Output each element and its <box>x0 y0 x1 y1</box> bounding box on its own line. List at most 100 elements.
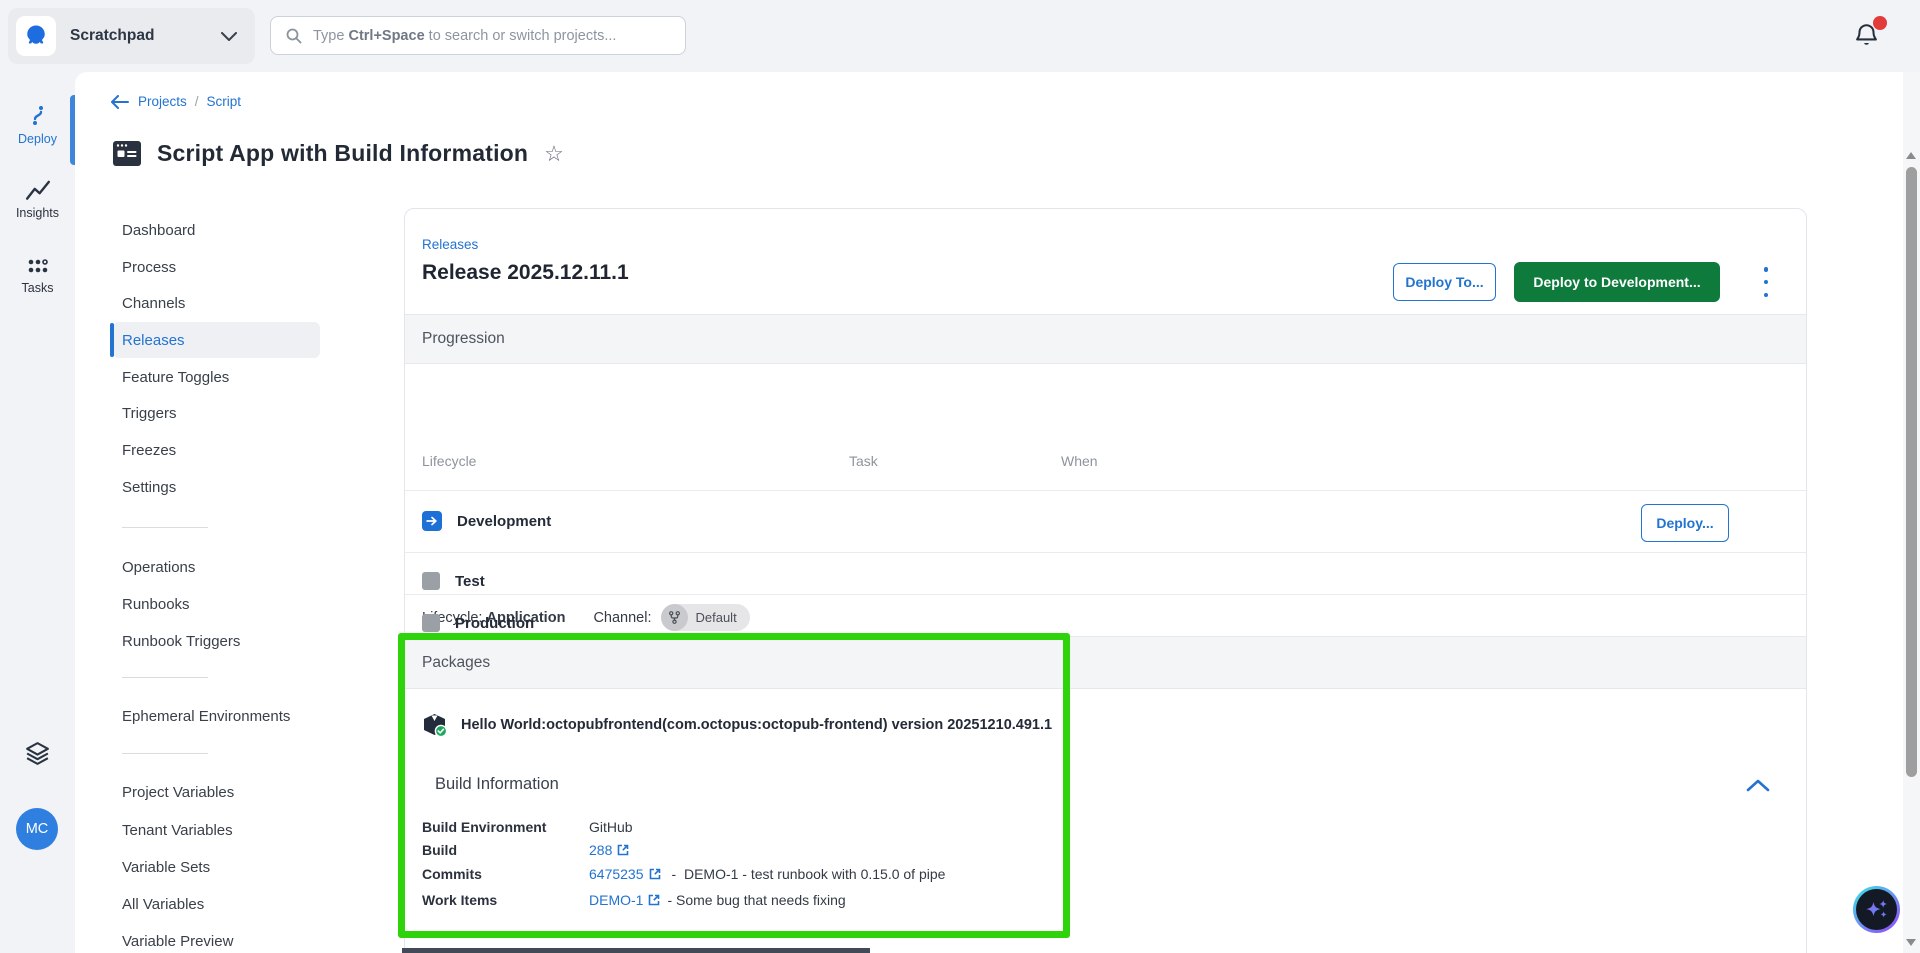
environment-row-development: Development <box>422 511 551 531</box>
back-arrow-icon[interactable] <box>110 95 129 109</box>
current-environment-icon <box>422 511 442 531</box>
column-header-lifecycle: Lifecycle <box>422 453 476 469</box>
deploy-to-development-button[interactable]: Deploy to Development... <box>1514 262 1720 302</box>
package-icon <box>421 711 448 738</box>
sidebar-item-variable-preview[interactable]: Variable Preview <box>113 923 320 953</box>
pending-environment-icon <box>422 572 440 590</box>
sidebar-item-channels[interactable]: Channels <box>113 285 320 321</box>
work-item-link[interactable]: DEMO-1 <box>589 892 661 908</box>
breadcrumb-script-link[interactable]: Script <box>207 94 242 109</box>
notifications-button[interactable] <box>1853 22 1883 52</box>
overflow-menu-button[interactable] <box>1757 267 1775 297</box>
sidebar-item-project-variables[interactable]: Project Variables <box>113 774 320 810</box>
sidebar-item-all-variables[interactable]: All Variables <box>113 886 320 922</box>
scrollbar-thumb[interactable] <box>1906 167 1917 777</box>
sidebar-item-process[interactable]: Process <box>113 249 320 285</box>
rail-item-label: Deploy <box>18 132 57 146</box>
build-label: Build <box>422 842 582 858</box>
search-placeholder: Type Ctrl+Space to search or switch proj… <box>313 28 616 44</box>
layers-icon <box>24 740 51 767</box>
scrollbar-down-arrow[interactable] <box>1906 939 1916 946</box>
channel-label: Channel: <box>593 610 651 626</box>
package-row: Hello World:octopubfrontend(com.octopus:… <box>421 711 1052 738</box>
sidebar-item-dashboard[interactable]: Dashboard <box>113 212 320 248</box>
commit-link[interactable]: 6475235 <box>589 866 662 882</box>
sidebar-divider <box>122 753 208 754</box>
breadcrumb-separator: / <box>195 94 199 109</box>
package-name: Hello World:octopubfrontend(com.octopus:… <box>461 717 1052 733</box>
column-header-task: Task <box>849 453 878 469</box>
page-title: Script App with Build Information <box>157 140 528 167</box>
scrollbar-up-arrow[interactable] <box>1906 152 1916 159</box>
progression-section-header: Progression <box>405 314 1806 364</box>
release-title: Release 2025.12.11.1 <box>422 261 629 285</box>
rail-item-tasks[interactable]: Tasks <box>0 255 75 295</box>
commits-label: Commits <box>422 866 582 882</box>
sidebar-item-feature-toggles[interactable]: Feature Toggles <box>113 359 320 395</box>
project-icon <box>113 141 141 166</box>
favorite-star-icon[interactable]: ☆ <box>544 143 564 165</box>
sparkles-icon <box>1862 895 1892 925</box>
spaces-button[interactable] <box>0 740 75 767</box>
environment-row-test: Test <box>422 572 485 590</box>
ai-assistant-button[interactable] <box>1853 886 1900 933</box>
external-link-icon <box>616 843 630 857</box>
rail-item-label: Tasks <box>22 281 54 295</box>
pending-environment-icon <box>422 614 440 632</box>
environment-row-production: Production <box>422 614 534 632</box>
row-divider <box>405 594 1806 595</box>
breadcrumb-projects-link[interactable]: Projects <box>138 94 187 109</box>
external-link-icon <box>647 893 661 907</box>
deploy-to-button[interactable]: Deploy To... <box>1393 263 1496 301</box>
sidebar-item-variable-sets[interactable]: Variable Sets <box>113 849 320 885</box>
build-environment-label: Build Environment <box>422 819 582 835</box>
build-information-heading: Build Information <box>435 775 559 794</box>
releases-link[interactable]: Releases <box>422 237 478 252</box>
channel-value: Default <box>695 610 736 625</box>
sidebar-item-tenant-variables[interactable]: Tenant Variables <box>113 812 320 848</box>
sidebar-item-ephemeral-environments[interactable]: Ephemeral Environments <box>113 698 320 734</box>
project-switcher[interactable]: Scratchpad <box>8 8 255 64</box>
chevron-up-icon[interactable] <box>1745 775 1771 797</box>
sidebar-item-runbook-triggers[interactable]: Runbook Triggers <box>113 623 320 659</box>
sidebar-item-releases[interactable]: Releases <box>113 322 320 358</box>
sidebar-divider <box>122 527 208 528</box>
external-link-icon <box>648 867 662 881</box>
work-item-message: - Some bug that needs fixing <box>667 892 845 908</box>
sidebar-item-operations[interactable]: Operations <box>113 549 320 585</box>
work-items-label: Work Items <box>422 892 582 908</box>
global-search-input[interactable]: Type Ctrl+Space to search or switch proj… <box>270 16 686 55</box>
build-environment-value: GitHub <box>589 819 633 835</box>
deploy-icon <box>26 102 50 128</box>
page-title-bar: Script App with Build Information ☆ <box>113 140 564 167</box>
row-divider <box>405 490 1806 491</box>
insights-icon <box>25 178 51 202</box>
sidebar-item-triggers[interactable]: Triggers <box>113 395 320 431</box>
sidebar-divider <box>122 677 208 678</box>
tasks-icon <box>25 255 51 277</box>
scrollbar-track[interactable] <box>1903 72 1920 953</box>
branch-icon <box>661 604 688 631</box>
top-bar: Scratchpad Type Ctrl+Space to search or … <box>0 0 1920 72</box>
release-card: Releases Release 2025.12.11.1 Deploy To.… <box>404 208 1807 953</box>
chevron-down-icon <box>221 32 237 42</box>
commit-message: - DEMO-1 - test runbook with 0.15.0 of p… <box>672 866 946 882</box>
project-switcher-label: Scratchpad <box>70 27 154 45</box>
rail-item-label: Insights <box>16 206 59 220</box>
search-icon <box>285 27 303 45</box>
channel-chip[interactable]: Default <box>661 604 749 631</box>
next-section-edge <box>402 948 870 953</box>
avatar[interactable]: MC <box>16 808 58 850</box>
sidebar-item-freezes[interactable]: Freezes <box>113 432 320 468</box>
rail-item-insights[interactable]: Insights <box>0 178 75 220</box>
sidebar-item-runbooks[interactable]: Runbooks <box>113 586 320 622</box>
build-number-link[interactable]: 288 <box>589 842 630 858</box>
octopus-logo-icon <box>16 16 56 56</box>
sidebar-item-settings[interactable]: Settings <box>113 469 320 505</box>
rail-item-deploy[interactable]: Deploy <box>0 102 75 146</box>
app-root: Scratchpad Type Ctrl+Space to search or … <box>0 0 1920 953</box>
deploy-environment-button[interactable]: Deploy... <box>1641 504 1729 542</box>
row-divider <box>405 552 1806 553</box>
column-header-when: When <box>1061 453 1098 469</box>
packages-section-header: Packages <box>405 636 1806 689</box>
